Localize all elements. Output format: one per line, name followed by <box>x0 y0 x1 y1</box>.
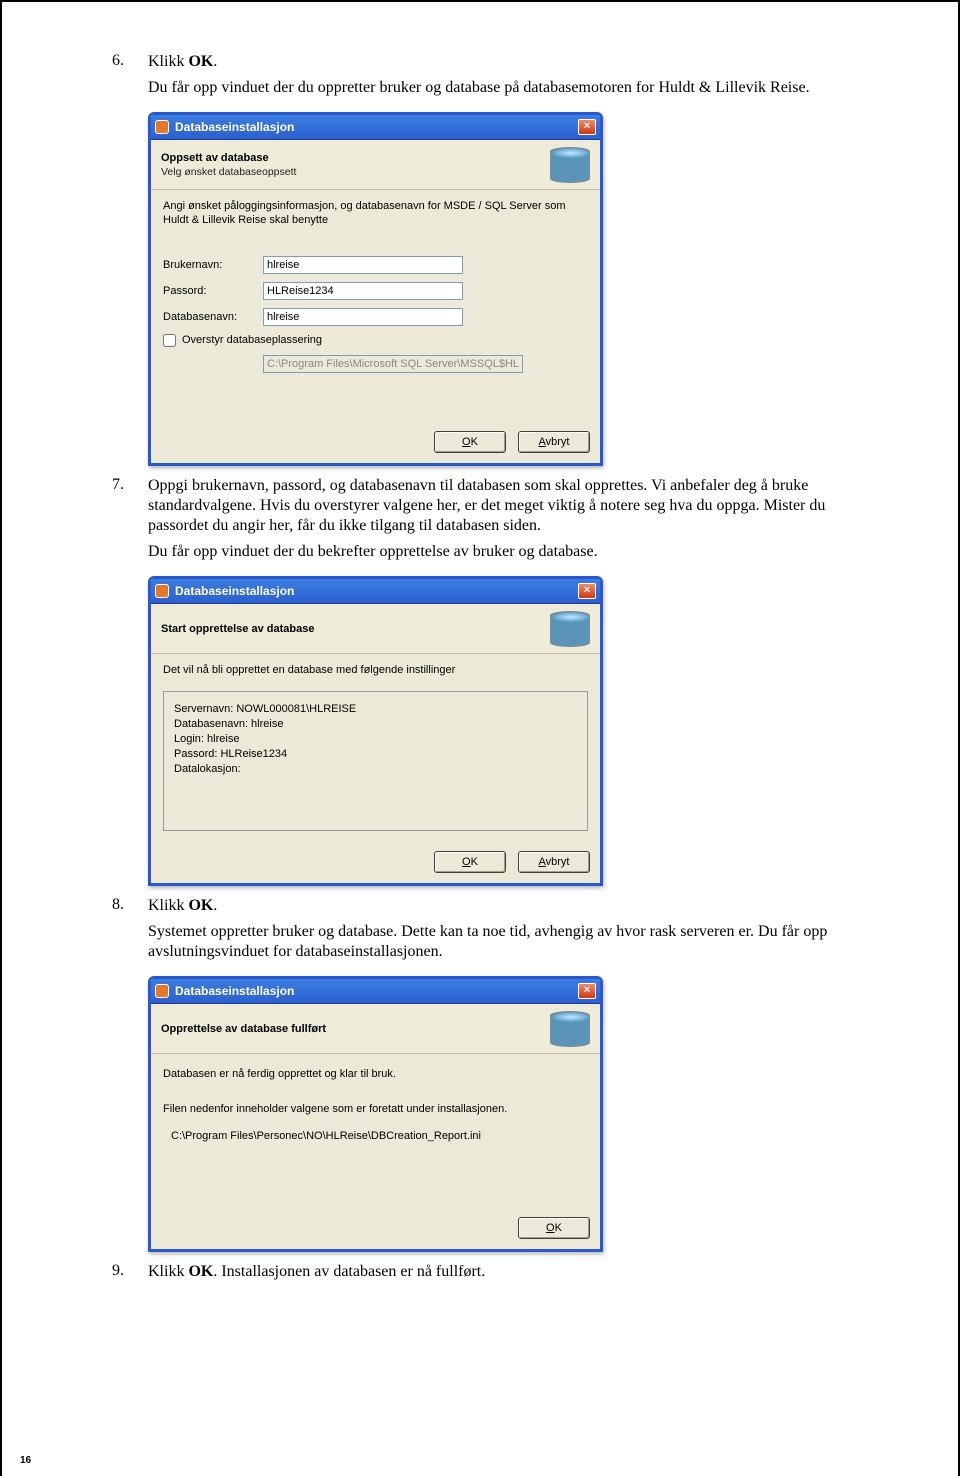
cancel-button[interactable]: Avbryt <box>518 851 590 873</box>
dialog3-titlebar: Databaseinstallasjon × <box>151 979 600 1003</box>
row-override: Overstyr databaseplassering <box>163 334 588 347</box>
app-icon <box>155 584 169 598</box>
step-9-body: Klikk OK. Installasjonen av databasen er… <box>148 1262 883 1288</box>
row-username: Brukernavn: <box>163 256 588 274</box>
dialog-confirm: Databaseinstallasjon × Start opprettelse… <box>148 576 603 887</box>
dialog3-buttons: OK <box>151 1207 600 1249</box>
summary-location: Datalokasjon: <box>174 762 577 777</box>
input-username[interactable] <box>263 256 463 274</box>
step-7-p2: Du får opp vinduet der du bekrefter oppr… <box>148 542 883 562</box>
close-icon[interactable]: × <box>578 583 596 599</box>
dialog3-body: Opprettelse av database fullført Databas… <box>151 1003 600 1249</box>
step-7-body: Oppgi brukernavn, passord, og databasena… <box>148 476 883 568</box>
ok-button[interactable]: OK <box>518 1217 590 1239</box>
dialog1-body: Oppsett av database Velg ønsket database… <box>151 139 600 463</box>
row-dbname: Databasenavn: <box>163 308 588 326</box>
step-7: 7. Oppgi brukernavn, passord, og databas… <box>112 476 883 568</box>
dialog1-buttons: OK Avbryt <box>151 421 600 463</box>
label-dbname: Databasenavn: <box>163 311 263 323</box>
step-8-body: Klikk OK. Systemet oppretter bruker og d… <box>148 896 883 968</box>
step-9-line: Klikk OK. Installasjonen av databasen er… <box>148 1262 883 1282</box>
step-6-line2: Du får opp vinduet der du oppretter bruk… <box>148 78 883 98</box>
summary-password: Passord: HLReise1234 <box>174 747 577 762</box>
step-9: 9. Klikk OK. Installasjonen av databasen… <box>112 1262 883 1288</box>
ok-button[interactable]: OK <box>434 851 506 873</box>
step-6-body: Klikk OK. Du får opp vinduet der du oppr… <box>148 52 883 104</box>
page-number: 16 <box>20 1455 31 1466</box>
dialog1-title: Databaseinstallasjon <box>175 120 578 134</box>
database-icon <box>550 611 590 647</box>
database-icon <box>550 147 590 183</box>
done-line1: Databasen er nå ferdig opprettet og klar… <box>163 1064 588 1085</box>
done-line2: Filen nedenfor inneholder valgene som er… <box>163 1099 588 1120</box>
dialog2-buttons: OK Avbryt <box>151 841 600 883</box>
summary-dbname: Databasenavn: hlreise <box>174 717 577 732</box>
step-9-num: 9. <box>112 1262 148 1288</box>
dialog2-title: Databaseinstallasjon <box>175 584 578 598</box>
row-password: Passord: <box>163 282 588 300</box>
database-icon <box>550 1011 590 1047</box>
row-path <box>163 355 588 373</box>
step-6-num: 6. <box>112 52 148 104</box>
summary-login: Login: hlreise <box>174 732 577 747</box>
dialog-done: Databaseinstallasjon × Opprettelse av da… <box>148 976 603 1252</box>
settings-summary: Servernavn: NOWL000081\HLREISE Databasen… <box>163 691 588 831</box>
checkbox-override[interactable] <box>163 334 176 347</box>
step-6-line1: Klikk OK. <box>148 52 883 72</box>
label-password: Passord: <box>163 285 263 297</box>
dialog1-sub: Velg ønsket databaseoppsett <box>161 166 542 178</box>
dialog3-heading-area: Opprettelse av database fullført <box>151 1004 600 1054</box>
dialog2-heading: Start opprettelse av database <box>161 623 542 635</box>
close-icon[interactable]: × <box>578 119 596 135</box>
dialog-setup: Databaseinstallasjon × Oppsett av databa… <box>148 112 603 466</box>
dialog1-heading: Oppsett av database <box>161 152 542 164</box>
dialog2-body: Start opprettelse av database Det vil nå… <box>151 603 600 884</box>
dialog2-desc: Det vil nå bli opprettet en database med… <box>163 664 588 678</box>
step-8-line1: Klikk OK. <box>148 896 883 916</box>
close-icon[interactable]: × <box>578 983 596 999</box>
dialog1-heading-area: Oppsett av database Velg ønsket database… <box>151 140 600 190</box>
dialog1-desc: Angi ønsket påloggingsinformasjon, og da… <box>163 200 588 228</box>
dialog3-title: Databaseinstallasjon <box>175 984 578 998</box>
ok-button[interactable]: OK <box>434 431 506 453</box>
done-report-path: C:\Program Files\Personec\NO\HLReise\DBC… <box>163 1126 588 1147</box>
input-path <box>263 355 523 373</box>
app-icon <box>155 984 169 998</box>
dialog2-titlebar: Databaseinstallasjon × <box>151 579 600 603</box>
step-8-p2: Systemet oppretter bruker og database. D… <box>148 922 883 962</box>
step-6: 6. Klikk OK. Du får opp vinduet der du o… <box>112 52 883 104</box>
label-username: Brukernavn: <box>163 259 263 271</box>
input-dbname[interactable] <box>263 308 463 326</box>
dialog2-heading-area: Start opprettelse av database <box>151 604 600 654</box>
step-8-num: 8. <box>112 896 148 968</box>
summary-server: Servernavn: NOWL000081\HLREISE <box>174 702 577 717</box>
step-7-p1: Oppgi brukernavn, passord, og databasena… <box>148 476 883 536</box>
input-password[interactable] <box>263 282 463 300</box>
dialog1-titlebar: Databaseinstallasjon × <box>151 115 600 139</box>
step-7-num: 7. <box>112 476 148 568</box>
step-8: 8. Klikk OK. Systemet oppretter bruker o… <box>112 896 883 968</box>
cancel-button[interactable]: Avbryt <box>518 431 590 453</box>
page: 6. Klikk OK. Du får opp vinduet der du o… <box>0 0 960 1476</box>
label-override: Overstyr databaseplassering <box>182 334 322 346</box>
app-icon <box>155 120 169 134</box>
dialog3-heading: Opprettelse av database fullført <box>161 1023 542 1035</box>
